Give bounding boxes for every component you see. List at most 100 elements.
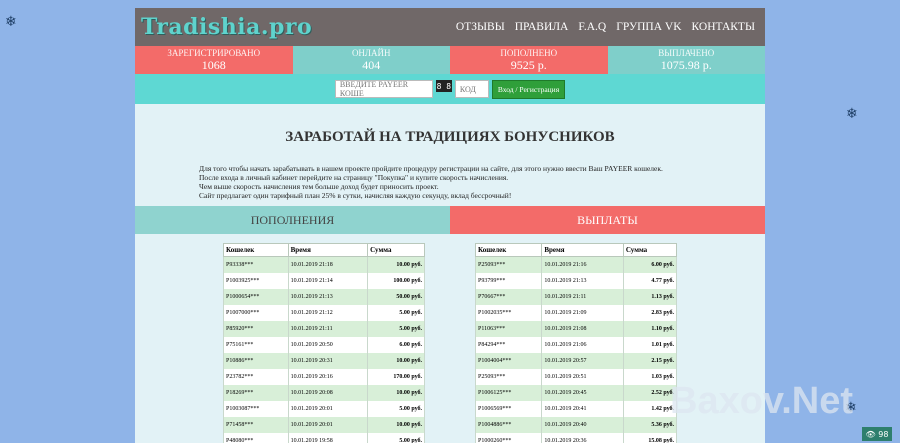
cell-time: 10.01.2019 21:18 (287, 256, 369, 273)
watermark: Baxov.Net (670, 380, 854, 422)
cell-sum: 100.00 руб. (367, 273, 425, 289)
cell-wallet: P75161*** (223, 337, 289, 353)
nav-reviews[interactable]: ОТЗЫВЫ (456, 21, 505, 33)
cell-wallet: P70667*** (474, 289, 543, 305)
cell-time: 10.01.2019 20:36 (541, 433, 624, 443)
cell-sum: 10.00 руб. (367, 256, 425, 273)
cell-wallet: P1003925*** (223, 273, 289, 289)
table-row: P1000260*** 10.01.2019 20:36 15.08 руб. (474, 433, 678, 443)
stat-deposited: ПОПОЛНЕНО 9525 р. (450, 46, 608, 74)
table-row: P48080*** 10.01.2019 19:58 5.00 руб. (223, 433, 425, 443)
cell-sum: 15.08 руб. (622, 433, 678, 443)
cell-wallet: P1006125*** (474, 385, 543, 401)
cell-sum: 170.00 руб. (367, 369, 425, 385)
cell-sum: 2.52 руб. (622, 385, 678, 401)
cell-wallet: P25093*** (474, 256, 543, 273)
table-row: P1004886*** 10.01.2019 20:40 5.36 руб. (474, 417, 678, 433)
cell-wallet: P93799*** (474, 273, 543, 289)
table-row: P85920*** 10.01.2019 21:11 5.00 руб. (223, 321, 425, 337)
cell-sum: 5.00 руб. (367, 401, 425, 417)
cell-time: 10.01.2019 20:40 (541, 417, 624, 433)
cell-sum: 6.00 руб. (622, 256, 678, 273)
table-row: P25093*** 10.01.2019 20:51 1.03 руб. (474, 369, 678, 385)
cell-sum: 50.00 руб. (367, 289, 425, 305)
table-row: P71458*** 10.01.2019 20:01 10.00 руб. (223, 417, 425, 433)
eye-icon: 👁 (865, 429, 876, 439)
login-bar: ВВЕДИТЕ PAYEER КОШЕ 8 8 КОД Вход / Регис… (135, 74, 765, 104)
cell-sum: 4.77 руб. (622, 273, 678, 289)
cell-time: 10.01.2019 20:51 (541, 369, 624, 385)
col-time: Время (287, 243, 369, 257)
stat-paid: ВЫПЛАЧЕНО 1075.98 р. (607, 46, 765, 74)
cell-wallet: P1000260*** (474, 433, 543, 443)
cell-sum: 6.00 руб. (367, 337, 425, 353)
page-container: Tradishia.pro ОТЗЫВЫ ПРАВИЛА F.A.Q ГРУПП… (135, 8, 765, 443)
cell-time: 10.01.2019 20:45 (541, 385, 624, 401)
cell-sum: 5.00 руб. (367, 321, 425, 337)
cell-time: 10.01.2019 21:09 (541, 305, 624, 321)
nav-rules[interactable]: ПРАВИЛА (515, 21, 569, 33)
table-row: P70667*** 10.01.2019 21:11 1.13 руб. (474, 289, 678, 305)
stats-bar: ЗАРЕГИСТРИРОВАНО 1068 ОНЛАЙН 404 ПОПОЛНЕ… (135, 46, 765, 74)
nav-contacts[interactable]: КОНТАКТЫ (692, 21, 755, 33)
cell-wallet: P1006569*** (474, 401, 543, 417)
cell-sum: 10.00 руб. (367, 417, 425, 433)
table-row: P1003925*** 10.01.2019 21:14 100.00 руб. (223, 273, 425, 289)
login-register-button[interactable]: Вход / Регистрация (491, 79, 566, 99)
cell-wallet: P93338*** (223, 256, 289, 273)
cell-time: 10.01.2019 20:57 (541, 353, 624, 369)
stat-registered: ЗАРЕГИСТРИРОВАНО 1068 (135, 46, 293, 74)
table-row: P93338*** 10.01.2019 21:18 10.00 руб. (223, 256, 425, 273)
wallet-input[interactable]: ВВЕДИТЕ PAYEER КОШЕ (334, 80, 433, 98)
cell-time: 10.01.2019 20:16 (287, 369, 369, 385)
cell-sum: 1.13 руб. (622, 289, 678, 305)
cell-wallet: P1004004*** (474, 353, 543, 369)
description: Для того чтобы начать зарабатывать в наш… (199, 164, 663, 200)
cell-sum: 1.10 руб. (622, 321, 678, 337)
logo[interactable]: Tradishia.pro (135, 14, 312, 40)
snowflake-icon: ❄ (5, 14, 17, 30)
table-row: P75161*** 10.01.2019 20:50 6.00 руб. (223, 337, 425, 353)
table-row: P1003087*** 10.01.2019 20:01 5.00 руб. (223, 401, 425, 417)
cell-wallet: P25093*** (474, 369, 543, 385)
captcha-image: 8 8 (435, 80, 452, 92)
snowflake-icon: ❄ (846, 106, 858, 122)
col-time: Время (541, 243, 624, 257)
table-row: P1004004*** 10.01.2019 20:57 2.15 руб. (474, 353, 678, 369)
table-row: P1006125*** 10.01.2019 20:45 2.52 руб. (474, 385, 678, 401)
table-row: P1007000*** 10.01.2019 21:12 5.00 руб. (223, 305, 425, 321)
cell-sum: 5.36 руб. (622, 417, 678, 433)
table-row: P84294*** 10.01.2019 21:06 1.01 руб. (474, 337, 678, 353)
cell-time: 10.01.2019 21:06 (541, 337, 624, 353)
cell-wallet: P1004886*** (474, 417, 543, 433)
corner-badge[interactable]: 👁 98 (862, 427, 892, 441)
cell-time: 10.01.2019 20:01 (287, 417, 369, 433)
cell-wallet: P10886*** (223, 353, 289, 369)
payouts-table: Кошелек Время Сумма P25093*** 10.01.2019 … (474, 243, 678, 443)
page-title: ЗАРАБОТАЙ НА ТРАДИЦИЯХ БОНУСНИКОВ (285, 129, 615, 145)
cell-sum: 1.01 руб. (622, 337, 678, 353)
table-row: P1002035*** 10.01.2019 21:09 2.83 руб. (474, 305, 678, 321)
nav-faq[interactable]: F.A.Q (578, 21, 606, 33)
cell-wallet: P48080*** (223, 433, 289, 443)
table-row: P11063*** 10.01.2019 21:08 1.10 руб. (474, 321, 678, 337)
cell-time: 10.01.2019 21:11 (287, 321, 369, 337)
captcha-code-input[interactable]: КОД (454, 80, 489, 98)
cell-sum: 2.15 руб. (622, 353, 678, 369)
table-row: P93799*** 10.01.2019 21:13 4.77 руб. (474, 273, 678, 289)
col-wallet: Кошелек (474, 243, 543, 257)
cell-sum: 5.00 руб. (367, 305, 425, 321)
cell-sum: 2.83 руб. (622, 305, 678, 321)
cell-wallet: P23782*** (223, 369, 289, 385)
cell-sum: 1.42 руб. (622, 401, 678, 417)
col-amount: Сумма (367, 243, 425, 257)
cell-sum: 10.00 руб. (367, 385, 425, 401)
payouts-header: ВЫПЛАТЫ (450, 206, 765, 234)
cell-time: 10.01.2019 21:08 (541, 321, 624, 337)
nav-vk-group[interactable]: ГРУППА VK (616, 21, 681, 33)
cell-wallet: P18269*** (223, 385, 289, 401)
cell-time: 10.01.2019 21:16 (541, 256, 624, 273)
cell-wallet: P1003087*** (223, 401, 289, 417)
cell-sum: 10.00 руб. (367, 353, 425, 369)
cell-time: 10.01.2019 21:11 (541, 289, 624, 305)
